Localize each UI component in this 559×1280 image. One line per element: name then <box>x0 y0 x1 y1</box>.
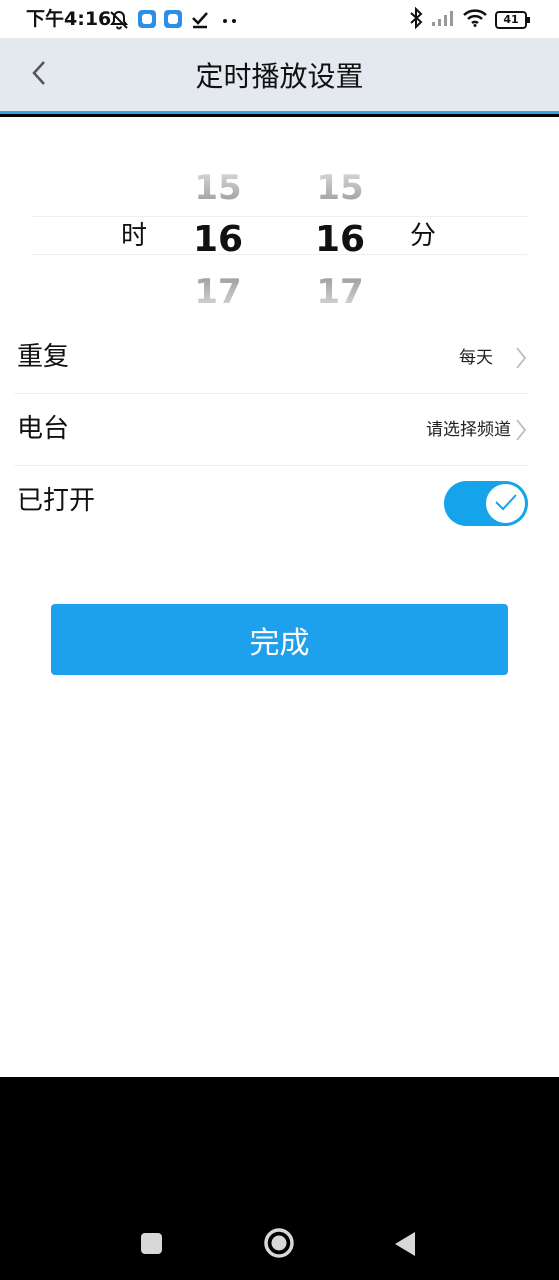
page-title: 定时播放设置 <box>195 60 364 93</box>
signal-icon <box>431 9 455 31</box>
picker-divider-top <box>32 216 527 217</box>
battery-level: 41 <box>503 13 519 26</box>
chevron-right-icon <box>515 418 527 446</box>
minute-prev[interactable]: 15 <box>300 162 380 214</box>
repeat-label: 重复 <box>17 342 70 372</box>
status-time: 下午4:16 <box>26 8 112 30</box>
time-picker: 时 15 16 17 15 16 17 分 <box>0 162 559 322</box>
minute-selected[interactable]: 16 <box>300 214 380 266</box>
station-row[interactable]: 电台 请选择频道 <box>0 394 559 466</box>
station-value: 请选择频道 <box>426 420 511 440</box>
app-notification-icon <box>137 9 157 33</box>
picker-divider-bottom <box>32 254 527 255</box>
recent-apps-icon[interactable] <box>140 1232 163 1259</box>
bluetooth-icon <box>409 6 423 33</box>
app-header: 定时播放设置 <box>0 38 559 114</box>
status-bar: 下午4:16 41 <box>0 0 559 38</box>
hour-prev[interactable]: 15 <box>178 162 258 214</box>
back-triangle-icon[interactable] <box>393 1230 417 1262</box>
wifi-icon <box>463 9 487 31</box>
repeat-row[interactable]: 重复 每天 <box>0 322 559 394</box>
battery-icon: 41 <box>495 11 531 29</box>
chevron-right-icon <box>515 346 527 374</box>
mute-bell-icon <box>108 9 130 35</box>
minute-unit-label: 分 <box>410 221 437 251</box>
home-icon[interactable] <box>263 1227 295 1263</box>
repeat-value: 每天 <box>459 348 493 368</box>
station-label: 电台 <box>17 414 70 444</box>
checkmark-icon <box>493 491 519 517</box>
enabled-label: 已打开 <box>17 486 96 516</box>
hour-unit-label: 时 <box>121 221 148 251</box>
app-notification-icon <box>163 9 183 33</box>
enabled-toggle[interactable] <box>444 481 528 526</box>
content-area: 时 15 16 17 15 16 17 分 重复 每天 电台 请选择频道 已打开 <box>0 117 559 1077</box>
hour-wheel[interactable]: 15 16 17 <box>178 162 258 318</box>
minute-next[interactable]: 17 <box>300 266 380 318</box>
minute-wheel[interactable]: 15 16 17 <box>300 162 380 318</box>
download-done-icon <box>190 9 210 33</box>
status-right-group: 41 <box>409 6 531 33</box>
hour-next[interactable]: 17 <box>178 266 258 318</box>
hour-selected[interactable]: 16 <box>178 214 258 266</box>
done-button[interactable]: 完成 <box>51 604 508 675</box>
toggle-knob <box>486 484 525 523</box>
system-nav-bar <box>0 1077 559 1280</box>
more-dots-icon <box>220 9 240 33</box>
